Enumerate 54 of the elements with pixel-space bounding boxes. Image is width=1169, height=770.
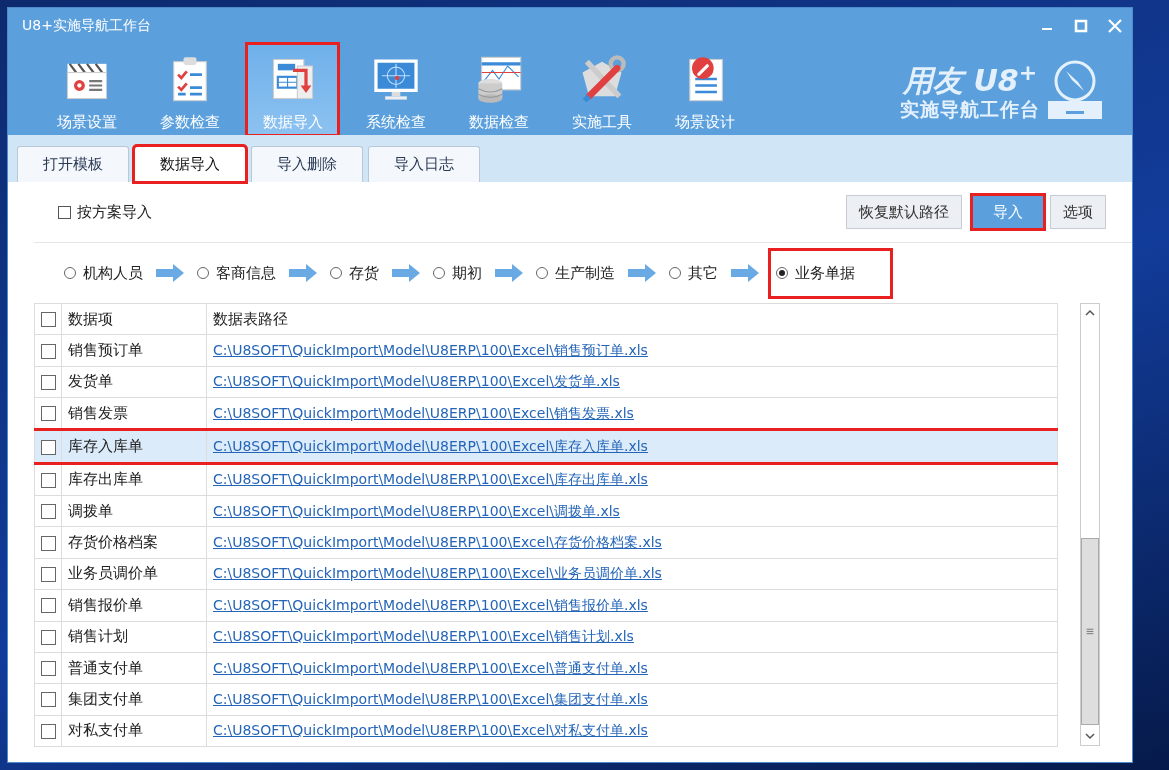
row-checkbox[interactable] [41,312,56,328]
tab[interactable]: 数据导入 [134,146,246,182]
arrow-icon [391,263,421,283]
scrollbar-thumb[interactable] [1081,538,1099,725]
tab[interactable]: 导入删除 [251,146,363,182]
tab[interactable]: 导入日志 [368,146,480,182]
table-cell: 销售预订单 [61,334,207,367]
arrow-icon [155,263,185,283]
table-cell: 库存入库单 [61,429,207,464]
arrow-icon [494,263,524,283]
table-cell: 销售报价单 [61,589,207,621]
table-cell: 库存出库单 [61,463,207,496]
row-checkbox[interactable] [41,504,56,520]
scheme-import-checkbox[interactable]: 按方案导入 [58,202,152,222]
logo-subtitle: 实施导航工作台 [900,96,1040,122]
arrow-icon [730,263,760,283]
row-checkbox[interactable] [41,723,56,739]
row-checkbox[interactable] [41,629,56,645]
step-radio[interactable]: 存货 [328,259,381,287]
step-radio[interactable]: 其它 [667,259,720,287]
table-cell: 发货单 [61,366,207,398]
step-radio[interactable]: 生产制造 [534,259,617,287]
scrollbar[interactable] [1080,303,1100,746]
step-radio[interactable]: 期初 [431,259,484,287]
row-checkbox[interactable] [41,406,56,422]
column-header[interactable]: 数据项 [61,303,207,335]
row-checkbox[interactable] [41,343,56,359]
row-checkbox[interactable] [41,374,56,390]
action-button[interactable]: 恢复默认路径 [846,195,962,229]
table-cell: 普通支付单 [61,652,207,684]
column-header[interactable]: 数据表路径 [206,303,1058,335]
table-cell: 调拨单 [61,495,207,527]
row-checkbox[interactable] [41,661,56,676]
tab[interactable]: 打开模板 [17,146,129,182]
table-cell: 销售计划 [61,621,207,653]
step-radio[interactable]: 客商信息 [195,259,278,287]
step-radio[interactable]: 机构人员 [62,259,145,287]
table-cell: 存货价格档案 [61,526,207,559]
row-checkbox[interactable] [41,535,56,551]
row-checkbox[interactable] [41,567,56,582]
step-radio[interactable]: 业务单据 [770,249,891,297]
row-checkbox[interactable] [41,472,56,488]
row-checkbox[interactable] [41,598,56,614]
row-checkbox[interactable] [41,692,56,708]
window-title: U8+实施导航工作台 [22,17,151,35]
arrow-icon [288,263,318,283]
grip-icon [1085,626,1095,637]
action-button[interactable]: 选项 [1050,195,1106,229]
arrow-icon [627,263,657,283]
table-cell: 业务员调价单 [61,558,207,590]
brand-logo-text: 用友 U8$^{+}$ [902,58,1038,97]
row-checkbox[interactable] [41,439,56,455]
table-cell: 集团支付单 [61,683,207,716]
table-cell: 对私支付单 [61,715,207,747]
